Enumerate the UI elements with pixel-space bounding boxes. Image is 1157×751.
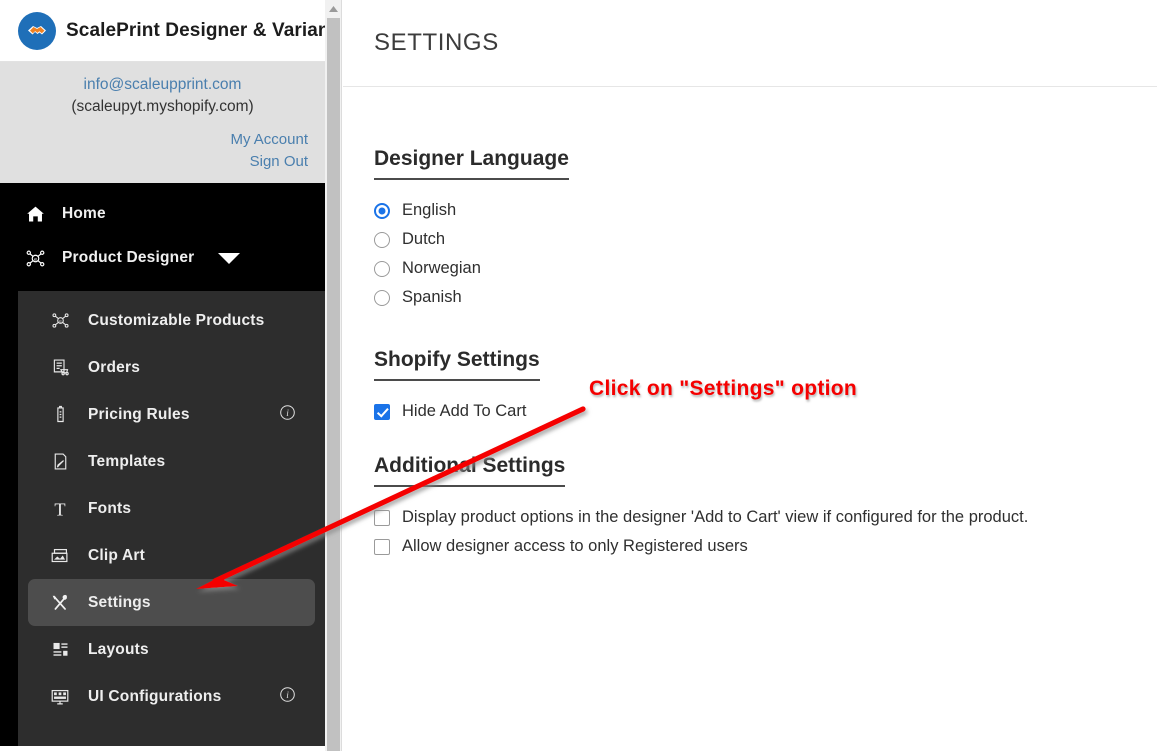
app-root: ScalePrint Designer & Variants info@scal… <box>0 0 1157 751</box>
svg-text:T: T <box>54 499 65 519</box>
sidebar-item-orders[interactable]: Orders <box>28 344 315 391</box>
sidebar-item-label: Orders <box>88 358 141 376</box>
checkbox-input[interactable] <box>374 538 390 555</box>
main-content: SETTINGS Designer Language English Dutch <box>343 0 1157 751</box>
orders-icon <box>46 357 74 378</box>
info-icon[interactable]: i <box>279 404 296 426</box>
checkbox-label: Hide Add To Cart <box>402 402 527 420</box>
svg-text:e: e <box>34 256 37 262</box>
radio-label: Norwegian <box>402 259 481 277</box>
checkbox-option-hide-add-to-cart[interactable]: Hide Add To Cart <box>374 397 1157 426</box>
sidebar-item-label: Clip Art <box>88 546 145 564</box>
checkbox-label: Display product options in the designer … <box>402 508 1029 526</box>
account-panel: info@scaleupprint.com (scaleupyt.myshopi… <box>0 62 325 183</box>
callout-label: Click on "Settings" option <box>587 375 858 401</box>
radio-option-english[interactable]: English <box>374 196 1157 225</box>
radio-input[interactable] <box>374 202 390 219</box>
layouts-icon <box>46 639 74 660</box>
sidebar-item-clip-art[interactable]: Clip Art <box>28 532 315 579</box>
pricing-rules-icon <box>46 404 74 425</box>
ui-configurations-icon <box>46 686 74 708</box>
product-designer-submenu: e Customizable Products Orders Pricing R… <box>0 291 325 746</box>
sidebar-item-customizable-products[interactable]: e Customizable Products <box>28 297 315 344</box>
scrollbar-thumb[interactable] <box>327 18 340 751</box>
clip-art-icon <box>46 545 74 567</box>
settings-tools-icon <box>46 592 74 614</box>
templates-icon <box>46 451 74 472</box>
checkbox-input[interactable] <box>374 509 390 526</box>
sidebar-item-templates[interactable]: Templates <box>28 438 315 485</box>
checkbox-input[interactable] <box>374 403 390 420</box>
my-account-link[interactable]: My Account <box>17 129 308 151</box>
sidebar-item-pricing-rules[interactable]: Pricing Rules i <box>28 391 315 438</box>
sidebar-item-label: Home <box>62 205 106 222</box>
sidebar-item-label: Pricing Rules <box>88 405 190 423</box>
shopify-checkbox-group: Hide Add To Cart <box>374 397 1157 426</box>
section-designer-language: Designer Language English Dutch Norwegia… <box>374 147 1157 312</box>
handshake-logo-icon <box>18 11 56 50</box>
radio-label: Spanish <box>402 288 462 306</box>
section-heading: Additional Settings <box>374 454 566 487</box>
sidebar-item-fonts[interactable]: T Fonts <box>28 485 315 532</box>
radio-label: English <box>402 201 457 219</box>
svg-text:i: i <box>286 691 289 701</box>
annotation-callout-text: Click on "Settings" option <box>587 375 858 401</box>
section-heading: Shopify Settings <box>374 348 540 381</box>
language-radio-group: English Dutch Norwegian Spanish <box>374 196 1157 312</box>
sidebar: ScalePrint Designer & Variants info@scal… <box>0 0 325 751</box>
sidebar-item-label: Settings <box>88 593 151 611</box>
scroll-up-arrow-icon[interactable] <box>325 0 342 17</box>
sidebar-item-label: UI Configurations <box>88 687 222 705</box>
sidebar-item-home[interactable]: Home <box>0 192 325 236</box>
sidebar-item-ui-configurations[interactable]: UI Configurations i <box>28 673 315 720</box>
sidebar-item-product-designer[interactable]: e Product Designer <box>0 236 325 280</box>
additional-checkbox-group: Display product options in the designer … <box>374 503 1157 561</box>
svg-text:i: i <box>286 409 289 419</box>
checkbox-option-registered-users-only[interactable]: Allow designer access to only Registered… <box>374 532 1157 561</box>
radio-option-spanish[interactable]: Spanish <box>374 283 1157 312</box>
account-links: My Account Sign Out <box>17 129 308 173</box>
fonts-icon: T <box>46 498 74 520</box>
sidebar-item-label: Customizable Products <box>88 311 265 329</box>
chevron-down-icon[interactable] <box>218 252 241 264</box>
section-additional-settings: Additional Settings Display product opti… <box>374 454 1157 561</box>
section-heading: Designer Language <box>374 147 569 180</box>
radio-label: Dutch <box>402 230 446 248</box>
product-designer-icon: e <box>22 247 48 270</box>
info-icon[interactable]: i <box>279 686 296 708</box>
product-designer-icon: e <box>46 310 74 331</box>
sign-out-link[interactable]: Sign Out <box>17 151 308 173</box>
radio-input[interactable] <box>374 231 390 248</box>
account-shop-domain: (scaleupyt.myshopify.com) <box>71 98 254 115</box>
primary-nav: Home e Product Designer <box>0 183 325 291</box>
brand-header: ScalePrint Designer & Variants <box>0 0 325 62</box>
radio-input[interactable] <box>374 260 390 277</box>
checkbox-label: Allow designer access to only Registered… <box>402 537 748 555</box>
sidebar-item-layouts[interactable]: Layouts <box>28 626 315 673</box>
radio-option-norwegian[interactable]: Norwegian <box>374 254 1157 283</box>
page-title: SETTINGS <box>374 29 499 56</box>
sidebar-scrollbar[interactable] <box>325 0 342 751</box>
home-icon <box>22 204 48 225</box>
settings-form: Designer Language English Dutch Norwegia… <box>343 87 1157 561</box>
sidebar-item-label: Fonts <box>88 499 132 517</box>
sidebar-item-label: Templates <box>88 452 166 470</box>
brand-title: ScalePrint Designer & Variants <box>66 19 325 41</box>
sidebar-item-label: Layouts <box>88 640 149 658</box>
sidebar-item-label: Product Designer <box>62 249 195 266</box>
radio-option-dutch[interactable]: Dutch <box>374 225 1157 254</box>
radio-input[interactable] <box>374 289 390 306</box>
checkbox-option-display-product-options[interactable]: Display product options in the designer … <box>374 503 1157 532</box>
account-email: info@scaleupprint.com <box>83 76 242 93</box>
page-header: SETTINGS <box>343 0 1157 87</box>
sidebar-item-settings[interactable]: Settings <box>28 579 315 626</box>
